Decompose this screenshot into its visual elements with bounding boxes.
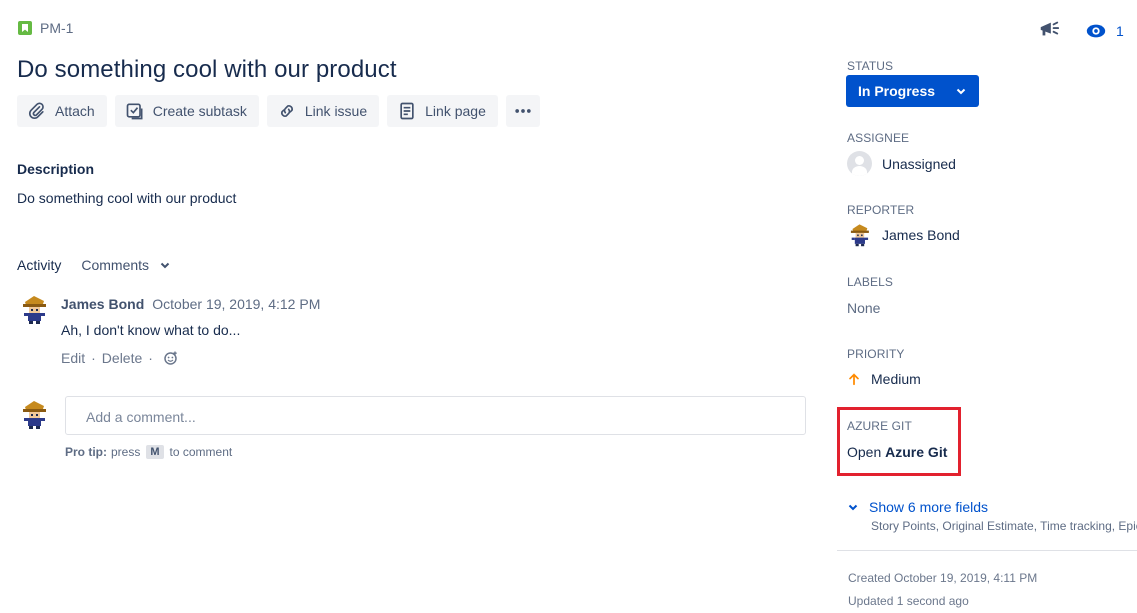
assignee-field[interactable]: Unassigned bbox=[847, 151, 956, 176]
comment-author[interactable]: James Bond bbox=[61, 296, 144, 312]
link-issue-label: Link issue bbox=[304, 103, 368, 119]
activity-filter-label: Comments bbox=[81, 257, 150, 273]
activity-header: Activity Comments bbox=[17, 257, 171, 273]
link-icon bbox=[280, 105, 293, 117]
activity-heading: Activity bbox=[17, 257, 62, 273]
status-value: In Progress bbox=[858, 83, 936, 99]
attach-label: Attach bbox=[55, 103, 95, 119]
activity-filter-dropdown[interactable]: Comments bbox=[81, 257, 171, 273]
add-comment-input[interactable]: Add a comment... bbox=[65, 396, 806, 435]
show-more-fields-button[interactable]: Show 6 more fields bbox=[847, 499, 988, 515]
avatar bbox=[850, 224, 869, 247]
comment-actions: Edit · Delete · bbox=[61, 350, 179, 366]
divider bbox=[837, 550, 1137, 551]
watcher-count: 1 bbox=[1116, 23, 1124, 39]
more-fields-summary: Story Points, Original Estimate, Time tr… bbox=[871, 519, 1137, 533]
assignee-heading: ASSIGNEE bbox=[847, 131, 910, 145]
unassigned-avatar-icon bbox=[847, 151, 872, 176]
link-page-label: Link page bbox=[425, 103, 486, 119]
chevron-down-icon bbox=[956, 88, 966, 95]
paperclip-icon bbox=[28, 102, 44, 120]
reporter-field[interactable]: James Bond bbox=[847, 222, 960, 247]
open-azure-git-link[interactable]: Open Azure Git bbox=[847, 444, 947, 460]
issue-toolbar: Attach Create subtask Link issue Link pa… bbox=[17, 95, 540, 127]
more-dots-icon bbox=[515, 109, 531, 113]
labels-heading: LABELS bbox=[847, 275, 893, 289]
status-dropdown-button[interactable]: In Progress bbox=[846, 75, 979, 107]
current-user-avatar bbox=[18, 398, 50, 430]
separator-dot: · bbox=[91, 350, 96, 366]
reporter-heading: REPORTER bbox=[847, 203, 915, 217]
arrow-up-icon bbox=[849, 373, 859, 386]
attach-button[interactable]: Attach bbox=[17, 95, 107, 127]
description-text[interactable]: Do something cool with our product bbox=[17, 190, 236, 206]
priority-field[interactable]: Medium bbox=[847, 371, 921, 387]
megaphone-icon[interactable] bbox=[1038, 18, 1060, 40]
link-page-button[interactable]: Link page bbox=[387, 95, 498, 127]
highlight-box bbox=[837, 407, 961, 476]
chevron-down-icon bbox=[848, 504, 858, 511]
pro-tip-label: Pro tip: bbox=[65, 445, 107, 459]
eye-icon bbox=[1086, 24, 1106, 38]
show-more-fields-label: Show 6 more fields bbox=[869, 499, 989, 515]
add-reaction-icon[interactable] bbox=[163, 350, 179, 366]
delete-comment-link[interactable]: Delete bbox=[102, 350, 142, 366]
avatar[interactable] bbox=[18, 293, 50, 325]
description-heading: Description bbox=[17, 161, 95, 177]
subtask-icon bbox=[126, 103, 143, 120]
page-title[interactable]: Do something cool with our product bbox=[17, 56, 397, 84]
create-subtask-label: Create subtask bbox=[152, 103, 247, 119]
pro-tip-key: M bbox=[146, 445, 164, 459]
comment-body: Ah, I don't know what to do... bbox=[61, 322, 241, 338]
watch-button[interactable]: 1 bbox=[1085, 20, 1124, 42]
breadcrumb-issue-key[interactable]: PM-1 bbox=[18, 20, 73, 36]
story-type-icon bbox=[18, 21, 32, 35]
priority-heading: PRIORITY bbox=[847, 347, 905, 361]
pro-tip: Pro tip: press M to comment bbox=[65, 445, 232, 459]
comment-header: James Bond October 19, 2019, 4:12 PM bbox=[61, 296, 320, 312]
azure-name-label: Azure Git bbox=[885, 444, 948, 460]
edit-comment-link[interactable]: Edit bbox=[61, 350, 85, 366]
link-issue-button[interactable]: Link issue bbox=[266, 95, 380, 127]
priority-value: Medium bbox=[871, 371, 921, 387]
issue-key-label[interactable]: PM-1 bbox=[40, 20, 73, 36]
labels-field[interactable]: None bbox=[847, 300, 880, 316]
assignee-value: Unassigned bbox=[882, 155, 956, 172]
comment-date[interactable]: October 19, 2019, 4:12 PM bbox=[152, 296, 320, 312]
separator-dot: · bbox=[148, 350, 153, 366]
page-icon bbox=[400, 102, 414, 120]
created-timestamp: Created October 19, 2019, 4:11 PM bbox=[848, 571, 1038, 585]
reporter-value: James Bond bbox=[882, 226, 960, 243]
chevron-down-icon bbox=[160, 262, 170, 269]
status-heading: STATUS bbox=[847, 59, 894, 73]
azure-git-heading: AZURE GIT bbox=[847, 419, 912, 433]
pro-tip-suffix: to comment bbox=[169, 445, 233, 459]
create-subtask-button[interactable]: Create subtask bbox=[114, 95, 259, 127]
more-actions-button[interactable] bbox=[505, 95, 540, 127]
azure-open-label: Open bbox=[847, 444, 882, 460]
pro-tip-press: press bbox=[111, 445, 141, 459]
updated-timestamp: Updated 1 second ago bbox=[848, 594, 969, 608]
